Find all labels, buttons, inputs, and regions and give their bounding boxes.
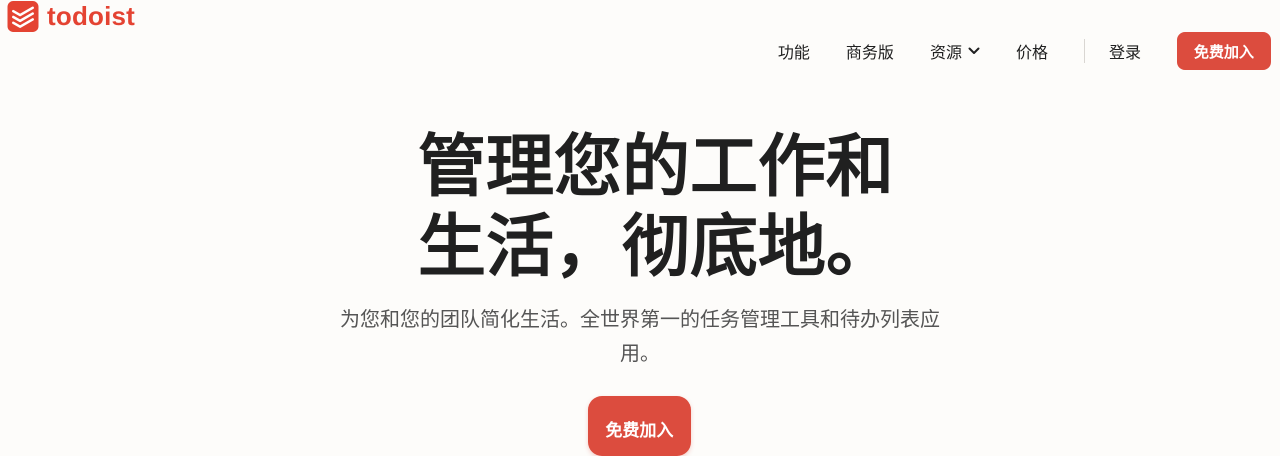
hero-subtitle: 为您和您的团队简化生活。全世界第一的任务管理工具和待办列表应用。 xyxy=(340,307,940,365)
login-link[interactable]: 登录 xyxy=(1109,39,1141,63)
hero-title: 管理您的工作和 生活，彻底地。 xyxy=(418,128,895,288)
nav-divider xyxy=(1083,39,1085,63)
hero-title-line-1: 管理您的工作和 xyxy=(418,128,895,207)
brand-logo[interactable]: todoist xyxy=(7,0,135,32)
todoist-logo-icon xyxy=(7,0,39,32)
signup-button[interactable]: 免费加入 xyxy=(1176,32,1271,70)
nav-item-resources-label: 资源 xyxy=(929,43,962,62)
brand-name: todoist xyxy=(47,1,136,31)
top-nav: 功能 商务版 资源 价格 登录 免费加入 xyxy=(778,32,1271,70)
nav-item-features[interactable]: 功能 xyxy=(778,39,810,63)
nav-item-business[interactable]: 商务版 xyxy=(846,39,894,63)
hero-title-line-2: 生活，彻底地。 xyxy=(418,208,895,287)
hero-signup-button[interactable]: 免费加入 xyxy=(588,396,691,456)
nav-item-pricing[interactable]: 价格 xyxy=(1016,39,1048,63)
nav-item-resources[interactable]: 资源 xyxy=(930,39,980,63)
chevron-down-icon xyxy=(968,47,980,54)
